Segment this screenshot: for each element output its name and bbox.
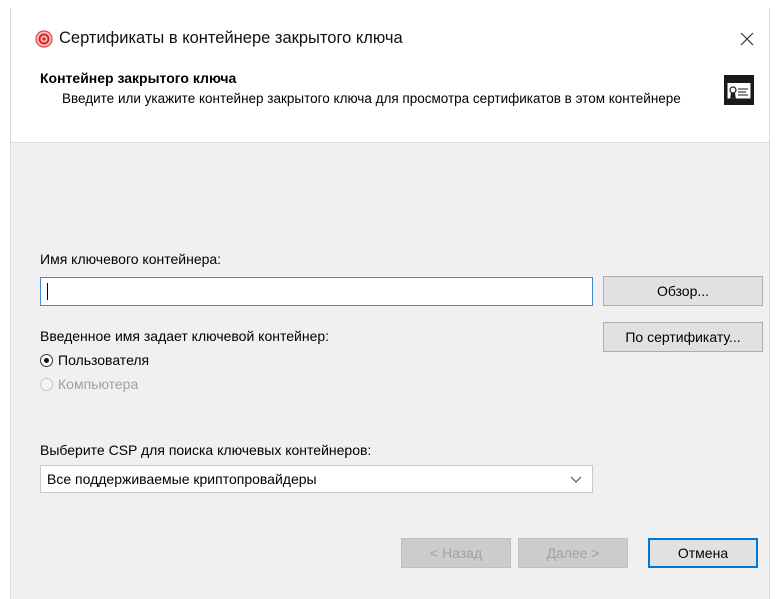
close-button[interactable] bbox=[733, 26, 761, 52]
browse-button[interactable]: Обзор... bbox=[603, 276, 763, 306]
chevron-down-icon bbox=[570, 476, 582, 483]
certificate-icon bbox=[723, 74, 755, 106]
container-name-label: Имя ключевого контейнера: bbox=[40, 251, 222, 267]
csp-label: Выберите CSP для поиска ключевых контейн… bbox=[40, 442, 372, 458]
crypto-app-icon bbox=[35, 30, 53, 48]
csp-selected-value: Все поддерживаемые криптопровайдеры bbox=[47, 471, 317, 487]
radio-user[interactable]: Пользователя bbox=[40, 352, 149, 368]
next-button[interactable]: Далее > bbox=[518, 538, 628, 568]
by-certificate-button[interactable]: По сертификату... bbox=[603, 322, 763, 352]
radio-computer[interactable]: Компьютера bbox=[40, 376, 138, 392]
header-description: Введите или укажите контейнер закрытого … bbox=[62, 91, 681, 106]
dialog-window: Сертификаты в контейнере закрытого ключа… bbox=[10, 8, 770, 599]
radio-checked-icon bbox=[40, 353, 53, 367]
title-bar: Сертификаты в контейнере закрытого ключа bbox=[11, 8, 769, 60]
wizard-header: Контейнер закрытого ключа Введите или ук… bbox=[11, 60, 769, 143]
csp-select[interactable]: Все поддерживаемые криптопровайдеры bbox=[40, 465, 593, 493]
text-caret bbox=[47, 283, 48, 300]
radio-computer-label: Компьютера bbox=[58, 376, 139, 392]
back-button[interactable]: < Назад bbox=[401, 538, 511, 568]
header-title: Контейнер закрытого ключа bbox=[40, 70, 237, 86]
close-icon bbox=[740, 32, 754, 46]
radio-user-label: Пользователя bbox=[58, 352, 150, 368]
container-name-input[interactable] bbox=[40, 277, 593, 306]
cancel-button[interactable]: Отмена bbox=[648, 538, 758, 568]
window-title: Сертификаты в контейнере закрытого ключа bbox=[59, 29, 403, 47]
entered-name-label: Введенное имя задает ключевой контейнер: bbox=[40, 328, 330, 344]
radio-unchecked-icon bbox=[40, 377, 53, 391]
